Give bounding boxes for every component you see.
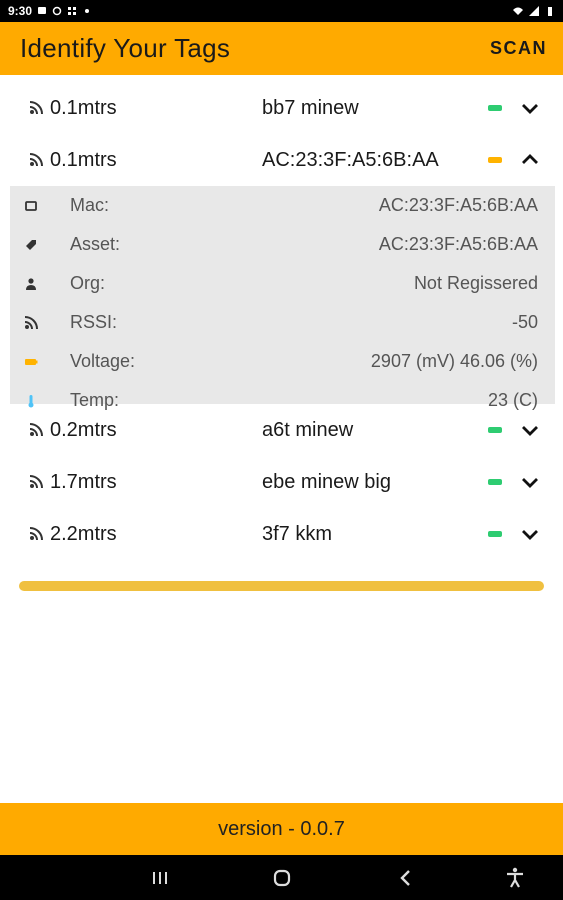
app-bar: Identify Your Tags SCAN xyxy=(0,22,563,75)
device-icon xyxy=(25,201,37,211)
detail-label: Asset: xyxy=(70,234,121,254)
detail-row-asset: Asset: AC:23:3F:A5:6B:AA xyxy=(10,225,555,264)
tag-row[interactable]: 0.1mtrs bb7 minew xyxy=(10,82,555,134)
detail-row-rssi: RSSI: -50 xyxy=(10,303,555,342)
detail-value: AC:23:3F:A5:6B:AA xyxy=(378,195,538,215)
detail-row-mac: Mac: AC:23:3F:A5:6B:AA xyxy=(10,186,555,225)
accessibility-icon[interactable] xyxy=(502,865,528,891)
home-icon[interactable] xyxy=(269,865,295,891)
detail-value: 2907 (mV) 46.06 (%) xyxy=(370,351,538,371)
tag-row[interactable]: 0.1mtrs AC:23:3F:A5:6B:AA xyxy=(10,134,555,186)
battery-icon xyxy=(488,427,502,433)
tag-distance: 0.2mtrs xyxy=(50,418,117,441)
chevron-down-icon[interactable] xyxy=(518,418,542,442)
tag-row[interactable]: 1.7mtrs ebe minew big xyxy=(10,456,555,508)
rss-signal-icon xyxy=(29,101,43,115)
detail-row-org: Org: Not Regissered xyxy=(10,264,555,303)
chevron-down-icon[interactable] xyxy=(518,522,542,546)
chevron-up-icon[interactable] xyxy=(518,148,542,172)
grid-icon xyxy=(68,7,77,15)
detail-label: RSSI: xyxy=(70,312,118,332)
detail-label: Org: xyxy=(70,273,106,293)
tag-distance: 0.1mtrs xyxy=(50,148,117,171)
battery-icon xyxy=(488,479,502,485)
person-icon xyxy=(26,278,36,290)
rss-signal-icon xyxy=(29,527,43,541)
detail-value: AC:23:3F:A5:6B:AA xyxy=(378,234,538,254)
wifi-icon xyxy=(513,7,523,15)
battery-status-icon xyxy=(548,7,552,16)
rss-signal-icon xyxy=(29,153,43,167)
tag-row[interactable]: 0.2mtrs a6t minew xyxy=(10,404,555,456)
chevron-down-icon[interactable] xyxy=(518,96,542,120)
navigation-bar xyxy=(0,855,563,900)
battery-icon xyxy=(488,157,502,163)
detail-value: Not Regissered xyxy=(413,273,538,293)
dot-icon xyxy=(85,9,90,13)
status-bar: 9:30 xyxy=(0,0,563,22)
back-icon[interactable] xyxy=(393,865,419,891)
tag-distance: 0.1mtrs xyxy=(50,96,117,119)
detail-row-voltage: Voltage: 2907 (mV) 46.06 (%) xyxy=(10,342,555,381)
tag-name: AC:23:3F:A5:6B:AA xyxy=(262,148,439,171)
cellular-icon xyxy=(529,6,539,16)
sync-icon xyxy=(52,6,62,16)
detail-label: Voltage: xyxy=(70,351,136,371)
tag-list: 0.1mtrs bb7 minew 0.1mtrs AC:23:3F:A5:6B… xyxy=(10,82,555,560)
app-title: Identify Your Tags xyxy=(20,33,231,63)
tag-distance: 2.2mtrs xyxy=(50,522,117,545)
message-icon xyxy=(38,7,47,14)
tag-name: a6t minew xyxy=(262,418,354,441)
tag-distance: 1.7mtrs xyxy=(50,470,117,493)
status-time: 9:30 xyxy=(8,4,33,18)
signal-icon xyxy=(24,316,38,330)
version-footer: version - 0.0.7 xyxy=(0,803,563,855)
scan-progress-bar xyxy=(19,581,544,591)
tag-name: bb7 minew xyxy=(262,96,359,119)
battery-icon xyxy=(488,105,502,111)
tag-icon xyxy=(26,240,36,250)
tag-name: ebe minew big xyxy=(262,470,391,493)
version-label: version - 0.0.7 xyxy=(218,817,345,840)
recent-apps-icon[interactable] xyxy=(147,865,173,891)
detail-value: -50 xyxy=(511,312,538,332)
chevron-down-icon[interactable] xyxy=(518,470,542,494)
tag-row[interactable]: 2.2mtrs 3f7 kkm xyxy=(10,508,555,560)
scan-button[interactable]: SCAN xyxy=(488,32,549,65)
rss-signal-icon xyxy=(29,423,43,437)
battery-icon xyxy=(25,359,38,365)
rss-signal-icon xyxy=(29,475,43,489)
detail-label: Mac: xyxy=(70,195,110,215)
battery-icon xyxy=(488,531,502,537)
tag-name: 3f7 kkm xyxy=(262,522,333,545)
tag-details-panel: Mac: AC:23:3F:A5:6B:AA Asset: AC:23:3F:A… xyxy=(10,186,555,410)
